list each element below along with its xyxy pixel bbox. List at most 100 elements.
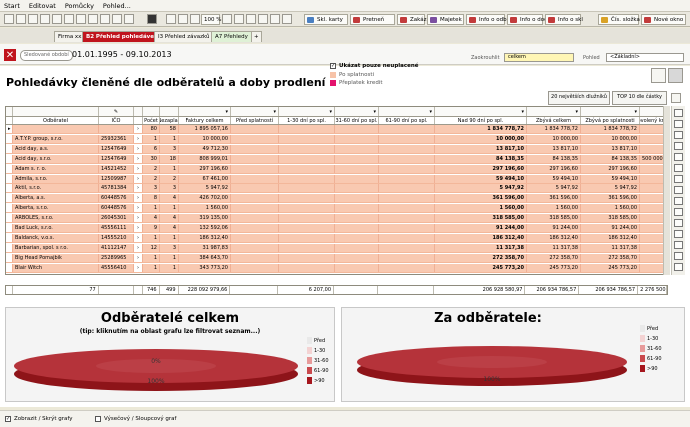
refresh-icon[interactable] xyxy=(52,14,62,24)
row-detail-icon[interactable]: › xyxy=(134,233,143,242)
table-row[interactable]: Blair Witch 45556410 › 1 1 343 773,20 245 773,… xyxy=(6,263,667,273)
menu-item[interactable]: Pomůcky xyxy=(65,2,94,10)
column-header[interactable]: Zbývá celkem xyxy=(527,117,581,124)
column-header[interactable]: 1-30 dní po spl. xyxy=(279,117,335,124)
column-filter[interactable]: ▾ xyxy=(379,107,435,116)
up-icon[interactable] xyxy=(674,208,683,216)
table-row[interactable]: A.T.Y.P. group, s.r.o. 25932361 › 1 1 10 000,… xyxy=(6,134,667,144)
table-row[interactable]: Adam s. r. o. 14521452 › 2 1 297 196,60 297 19… xyxy=(6,164,667,174)
column-filter[interactable]: ▾ xyxy=(231,107,279,116)
row-detail-icon[interactable]: › xyxy=(134,134,143,143)
down-icon[interactable] xyxy=(674,241,683,249)
printer-icon[interactable] xyxy=(668,68,683,83)
column-filter[interactable] xyxy=(134,107,143,116)
toolbar-button[interactable]: Majetek xyxy=(427,14,464,25)
pie-chart-2[interactable]: 100% xyxy=(342,308,686,403)
help-icon[interactable] xyxy=(100,14,110,24)
column-filter[interactable]: ▾ xyxy=(335,107,379,116)
group-select[interactable]: celkem xyxy=(504,53,574,62)
back-icon[interactable] xyxy=(16,14,26,24)
legend-item[interactable]: 31-60 xyxy=(307,356,329,365)
filter-icon[interactable] xyxy=(674,109,683,117)
date-to[interactable]: 09.10.2013 xyxy=(126,50,172,59)
column-header[interactable]: Zbývá po splatnosti xyxy=(581,117,640,124)
table-row[interactable]: Baldanck, v.o.s. 14555210 › 1 1 186 312,40 186… xyxy=(6,233,667,243)
column-filter[interactable]: ▾ xyxy=(435,107,527,116)
edit-filter-icon[interactable]: ✎ xyxy=(99,107,134,116)
column-filter[interactable]: ▾ xyxy=(279,107,335,116)
table-row[interactable]: Aktil, s.r.o. 45781384 › 3 3 5 947,92 5 947,92… xyxy=(6,184,667,194)
column-header[interactable]: Odběratel xyxy=(13,117,99,124)
checkbox[interactable] xyxy=(95,416,101,422)
fit-icon[interactable] xyxy=(234,14,244,24)
mail-icon[interactable] xyxy=(674,263,683,271)
view-select[interactable]: <Základní> xyxy=(606,53,684,62)
table-row[interactable]: Alberta, s.r.o. 60448576 › 1 1 1 560,00 1 560,… xyxy=(6,204,667,214)
table-row[interactable]: ARBOLES, s.r.o. 26045301 › 4 4 319 135,00 318 … xyxy=(6,214,667,224)
tile-icon[interactable] xyxy=(282,14,292,24)
layout2-icon[interactable] xyxy=(178,14,188,24)
table-row[interactable]: Acid day, a.s. 12547649 › 6 3 49 712,30 13 817… xyxy=(6,144,667,154)
column-header[interactable]: Před splatností xyxy=(231,117,279,124)
mail-icon[interactable] xyxy=(76,14,86,24)
table-row[interactable]: ▸ › 80 58 1 895 057,16 1 834 778,72 1 834 778,… xyxy=(6,125,667,134)
table-row[interactable]: Acid day, s.r.o. 12547649 › 30 18 808 999,01 8… xyxy=(6,154,667,164)
row-detail-icon[interactable]: › xyxy=(134,144,143,153)
column-header[interactable]: Počet xyxy=(143,117,160,124)
toolbar-button[interactable]: Info o odb xyxy=(466,14,507,25)
layout-icon[interactable] xyxy=(166,14,176,24)
print-icon[interactable] xyxy=(64,14,74,24)
screen-icon[interactable] xyxy=(147,14,157,24)
column-filter[interactable] xyxy=(6,107,13,116)
chart-icon[interactable] xyxy=(674,164,683,172)
row-detail-icon[interactable]: › xyxy=(134,263,143,272)
row-detail-icon[interactable]: › xyxy=(134,154,143,163)
column-filter[interactable] xyxy=(160,107,179,116)
toolbar-button[interactable]: Pretneň xyxy=(350,14,395,25)
show-charts-option[interactable]: ✓ Zobrazit / Skrýt grafy xyxy=(5,416,73,422)
table-row[interactable]: Big Head Pomajbik 25289965 › 1 1 384 643,70 27… xyxy=(6,253,667,263)
settings-icon[interactable] xyxy=(88,14,98,24)
table-row[interactable]: Alberta, a.s. 60448576 › 8 4 426 702,00 361 59… xyxy=(6,194,667,204)
pie-chart-1[interactable]: 0% 100% xyxy=(6,308,336,403)
chart-panel-by-customer[interactable]: Za odběratele: 100% Před 1-30 31-60 61-90 >9… xyxy=(341,307,685,402)
top10-button[interactable]: TOP 10 dle částky xyxy=(612,91,667,105)
legend-item[interactable]: 61-90 xyxy=(640,354,662,363)
toolbar-button[interactable]: Info o skl xyxy=(545,14,583,25)
tab-zavazky[interactable]: I3 Přehled závazků xyxy=(154,31,214,42)
period-dates[interactable]: 01.01.1995 - 09.10.2013 xyxy=(72,50,172,59)
column-header[interactable]: Faktury celkem xyxy=(179,117,231,124)
export-icon[interactable] xyxy=(674,252,683,260)
row-detail-icon[interactable]: › xyxy=(134,243,143,252)
top20-button[interactable]: 20 největších dlužníků xyxy=(548,91,610,105)
zoom-out-icon[interactable] xyxy=(190,14,200,24)
column-filter[interactable] xyxy=(13,107,99,116)
date-from[interactable]: 01.01.1995 xyxy=(72,50,118,59)
legend-item[interactable]: >90 xyxy=(640,364,662,373)
menu-item[interactable]: Pohled... xyxy=(103,2,131,10)
column-header[interactable] xyxy=(6,117,13,124)
add-tab-icon[interactable]: + xyxy=(251,31,262,42)
find-icon[interactable] xyxy=(674,186,683,194)
legend-item[interactable]: 1-30 xyxy=(640,334,662,343)
info-icon[interactable] xyxy=(674,197,683,205)
pin-icon[interactable] xyxy=(671,93,681,103)
column-header[interactable] xyxy=(134,117,143,124)
close-icon[interactable]: ✕ xyxy=(4,49,16,61)
column-header[interactable]: 31-60 dní po spl. xyxy=(335,117,379,124)
toolbar-button[interactable]: Čís. složka xyxy=(598,14,640,25)
add-icon[interactable] xyxy=(674,131,683,139)
table-row[interactable]: Admila, s.r.o. 12509987 › 2 2 67 461,00 59 494… xyxy=(6,174,667,184)
tab-prehledy[interactable]: A7 Přehledy xyxy=(211,31,252,42)
forward-icon[interactable] xyxy=(28,14,38,24)
table-row[interactable]: Bad Luck, s.r.o. 45556111 › 9 4 132 592,06 91 … xyxy=(6,224,667,233)
row-detail-icon[interactable]: › xyxy=(134,174,143,183)
only-overdue-option[interactable]: ✓ Ukázat pouze neuplacené xyxy=(330,63,419,69)
zoom-in-icon[interactable] xyxy=(222,14,232,24)
row-detail-icon[interactable]: › xyxy=(134,125,143,133)
row-detail-icon[interactable]: › xyxy=(134,253,143,262)
checkbox[interactable]: ✓ xyxy=(330,63,336,69)
down-icon[interactable] xyxy=(674,219,683,227)
tab-pohledavky[interactable]: B2 Přehled pohledávek xyxy=(82,31,162,42)
list-icon[interactable] xyxy=(258,14,268,24)
